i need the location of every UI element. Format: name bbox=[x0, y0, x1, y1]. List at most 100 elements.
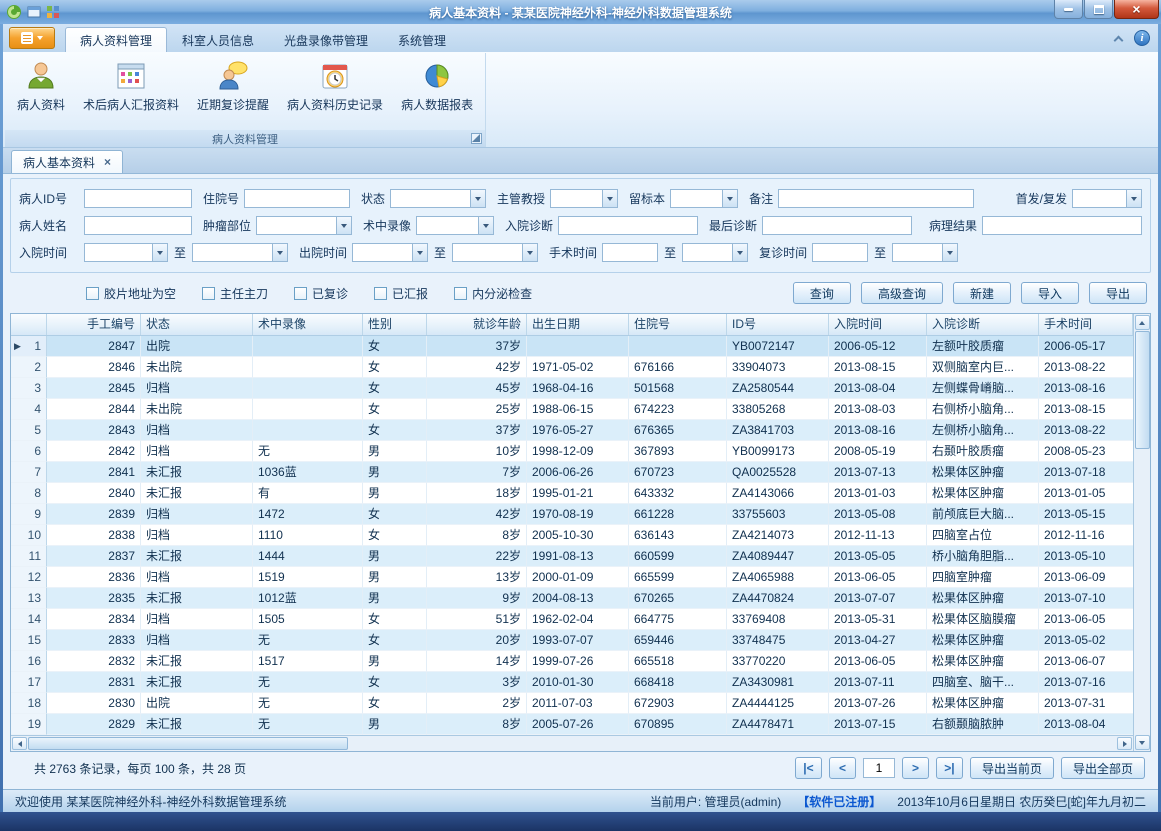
table-row[interactable]: 32845归档女45岁1968-04-16501568ZA25805442013… bbox=[11, 378, 1133, 399]
export-all-pages-button[interactable]: 导出全部页 bbox=[1061, 757, 1145, 779]
remark-input[interactable] bbox=[778, 189, 974, 208]
final-diagnosis-input[interactable] bbox=[762, 216, 912, 235]
column-header[interactable]: 入院诊断 bbox=[927, 314, 1039, 335]
advanced-query-button[interactable]: 高级查询 bbox=[861, 282, 943, 304]
horizontal-scroll-thumb[interactable] bbox=[28, 737, 348, 750]
pathology-result-input[interactable] bbox=[982, 216, 1142, 235]
app-menu-button[interactable] bbox=[9, 27, 55, 49]
column-header[interactable]: 状态 bbox=[141, 314, 253, 335]
dialog-launcher-icon[interactable] bbox=[471, 133, 482, 144]
status-select[interactable] bbox=[390, 189, 486, 208]
checkbox-box[interactable] bbox=[294, 287, 307, 300]
column-header[interactable]: 出生日期 bbox=[527, 314, 629, 335]
horizontal-scrollbar[interactable] bbox=[11, 735, 1133, 751]
quick-access-grid-icon[interactable] bbox=[46, 5, 60, 19]
column-header[interactable]: 性别 bbox=[363, 314, 427, 335]
column-header[interactable]: 手术时间 bbox=[1039, 314, 1133, 335]
first-page-button[interactable]: |< bbox=[795, 757, 822, 779]
table-row[interactable]: 142834归档1505女51岁1962-02-0466477533769408… bbox=[11, 609, 1133, 630]
import-button[interactable]: 导入 bbox=[1021, 282, 1079, 304]
admission-time-from-select[interactable] bbox=[84, 243, 168, 262]
scroll-right-button[interactable] bbox=[1117, 737, 1132, 750]
query-button[interactable]: 查询 bbox=[793, 282, 851, 304]
checkbox-box[interactable] bbox=[374, 287, 387, 300]
column-header[interactable]: 术中录像 bbox=[253, 314, 363, 335]
patient-name-input[interactable] bbox=[84, 216, 192, 235]
collapse-ribbon-icon[interactable] bbox=[1114, 35, 1124, 45]
table-row[interactable]: 62842归档无男10岁1998-12-09367893YB0099173200… bbox=[11, 441, 1133, 462]
export-current-page-button[interactable]: 导出当前页 bbox=[970, 757, 1054, 779]
column-header[interactable]: 就诊年龄 bbox=[427, 314, 527, 335]
next-page-button[interactable]: > bbox=[902, 757, 929, 779]
table-row[interactable]: 42844未出院女25岁1988-06-15674223338052682013… bbox=[11, 399, 1133, 420]
checkbox-chief-surgeon[interactable]: 主任主刀 bbox=[202, 285, 268, 302]
first-relapse-select[interactable] bbox=[1072, 189, 1142, 208]
scroll-left-button[interactable] bbox=[12, 737, 27, 750]
revisit-time-from-input[interactable] bbox=[812, 243, 868, 262]
table-row[interactable]: 182830出院无女2岁2011-07-03672903ZA4444125201… bbox=[11, 693, 1133, 714]
checkbox-reported[interactable]: 已汇报 bbox=[374, 285, 428, 302]
prev-page-button[interactable]: < bbox=[829, 757, 856, 779]
revisit-time-to-select[interactable] bbox=[892, 243, 958, 262]
checkbox-revisited[interactable]: 已复诊 bbox=[294, 285, 348, 302]
table-row[interactable]: 152833归档无女20岁1993-07-0765944633748475201… bbox=[11, 630, 1133, 651]
new-button[interactable]: 新建 bbox=[953, 282, 1011, 304]
quick-access-window-icon[interactable] bbox=[27, 5, 41, 19]
intraop-video-select[interactable] bbox=[416, 216, 494, 235]
last-page-button[interactable]: >| bbox=[936, 757, 963, 779]
table-row[interactable]: ▶12847出院女37岁YB00721472006-05-12左额叶胶质瘤200… bbox=[11, 336, 1133, 357]
ribbon-tab-system-management[interactable]: 系统管理 bbox=[383, 27, 461, 52]
table-row[interactable]: 122836归档1519男13岁2000-01-09665599ZA406598… bbox=[11, 567, 1133, 588]
checkbox-box[interactable] bbox=[202, 287, 215, 300]
table-row[interactable]: 162832未汇报1517男14岁1999-07-266655183377022… bbox=[11, 651, 1133, 672]
page-number-input[interactable] bbox=[863, 758, 895, 778]
table-row[interactable]: 102838归档1110女8岁2005-10-30636143ZA4214073… bbox=[11, 525, 1133, 546]
surgery-time-from-input[interactable] bbox=[602, 243, 658, 262]
ribbon-tab-department-staff[interactable]: 科室人员信息 bbox=[167, 27, 269, 52]
export-button[interactable]: 导出 bbox=[1089, 282, 1147, 304]
ribbon-button-patient-data[interactable]: 病人资料 bbox=[8, 55, 74, 128]
admission-time-to-select[interactable] bbox=[192, 243, 288, 262]
table-row[interactable]: 72841未汇报1036蓝男7岁2006-06-26670723QA002552… bbox=[11, 462, 1133, 483]
checkbox-endocrine-exam[interactable]: 内分泌检查 bbox=[454, 285, 532, 302]
table-row[interactable]: 192829未汇报无男8岁2005-07-26670895ZA447847120… bbox=[11, 714, 1133, 735]
ribbon-tab-disc-video-management[interactable]: 光盘录像带管理 bbox=[269, 27, 383, 52]
column-header[interactable]: 住院号 bbox=[629, 314, 727, 335]
column-header[interactable]: ID号 bbox=[727, 314, 829, 335]
table-row[interactable]: 52843归档女37岁1976-05-27676365ZA38417032013… bbox=[11, 420, 1133, 441]
table-row[interactable]: 82840未汇报有男18岁1995-01-21643332ZA414306620… bbox=[11, 483, 1133, 504]
checkbox-box[interactable] bbox=[86, 287, 99, 300]
ribbon-tab-patient-management[interactable]: 病人资料管理 bbox=[65, 27, 167, 52]
minimize-button[interactable] bbox=[1054, 0, 1083, 19]
ribbon-button-data-report[interactable]: 病人数据报表 bbox=[392, 55, 482, 128]
surgery-time-to-select[interactable] bbox=[682, 243, 748, 262]
specimen-select[interactable] bbox=[670, 189, 738, 208]
table-row[interactable]: 132835未汇报1012蓝男9岁2004-08-13670265ZA44708… bbox=[11, 588, 1133, 609]
ribbon-button-revisit-reminder[interactable]: 近期复诊提醒 bbox=[188, 55, 278, 128]
scroll-down-button[interactable] bbox=[1135, 735, 1150, 750]
table-row[interactable]: 112837未汇报1444男22岁1991-08-13660599ZA40894… bbox=[11, 546, 1133, 567]
patient-id-input[interactable] bbox=[84, 189, 192, 208]
column-header[interactable]: 入院时间 bbox=[829, 314, 927, 335]
info-icon[interactable]: i bbox=[1134, 30, 1150, 46]
discharge-time-to-select[interactable] bbox=[452, 243, 538, 262]
checkbox-box[interactable] bbox=[454, 287, 467, 300]
tab-close-icon[interactable]: × bbox=[104, 155, 111, 169]
scroll-up-button[interactable] bbox=[1135, 315, 1150, 330]
vertical-scrollbar[interactable] bbox=[1133, 314, 1150, 751]
tab-patient-basic-info[interactable]: 病人基本资料 × bbox=[11, 150, 123, 173]
tumor-site-select[interactable] bbox=[256, 216, 352, 235]
vertical-scroll-thumb[interactable] bbox=[1135, 331, 1150, 449]
discharge-time-from-select[interactable] bbox=[352, 243, 428, 262]
table-row[interactable]: 172831未汇报无女3岁2010-01-30668418ZA343098120… bbox=[11, 672, 1133, 693]
table-row[interactable]: 92839归档1472女42岁1970-08-19661228337556032… bbox=[11, 504, 1133, 525]
table-row[interactable]: 22846未出院女42岁1971-05-02676166339040732013… bbox=[11, 357, 1133, 378]
professor-select[interactable] bbox=[550, 189, 618, 208]
close-button[interactable]: × bbox=[1114, 0, 1159, 19]
ribbon-button-history-record[interactable]: 病人资料历史记录 bbox=[278, 55, 392, 128]
checkbox-film-address-empty[interactable]: 胶片地址为空 bbox=[86, 285, 176, 302]
maximize-button[interactable] bbox=[1084, 0, 1113, 19]
admission-diagnosis-input[interactable] bbox=[558, 216, 698, 235]
admission-no-input[interactable] bbox=[244, 189, 350, 208]
column-header[interactable]: 手工编号 bbox=[47, 314, 141, 335]
